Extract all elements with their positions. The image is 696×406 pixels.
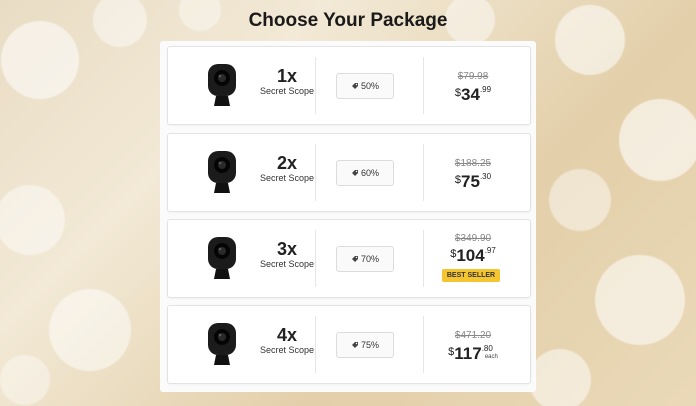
tag-icon <box>351 83 358 89</box>
divider <box>423 316 424 373</box>
discount-value: 70% <box>360 254 379 264</box>
divider <box>423 144 424 201</box>
camera-image <box>208 151 236 193</box>
price-cents: .30 <box>479 172 492 181</box>
package-card-4x[interactable]: 4x Secret Scope 75% $471.20 $117.80each <box>167 305 531 384</box>
unit-note: each <box>484 354 498 360</box>
price-cents: .97 <box>484 246 496 255</box>
discount-badge: 50% <box>336 73 394 99</box>
divider <box>423 57 424 114</box>
best-seller-badge: BEST SELLER <box>442 269 500 282</box>
price-whole: 75 <box>461 172 480 191</box>
old-price: $79.98 <box>457 71 489 82</box>
price-whole: 104 <box>456 246 485 265</box>
old-price: $349.90 <box>454 233 492 244</box>
divider <box>315 316 316 373</box>
divider <box>315 144 316 201</box>
divider <box>315 57 316 114</box>
current-price: $104.97 <box>428 246 518 266</box>
tag-icon <box>351 342 358 348</box>
current-price: $75.30 <box>428 172 518 192</box>
price-whole: 34 <box>461 85 480 104</box>
discount-badge: 60% <box>336 160 394 186</box>
package-card-3x[interactable]: 3x Secret Scope 70% $349.90 $104.97 BEST… <box>167 219 531 298</box>
package-card-2x[interactable]: 2x Secret Scope 60% $188.25 $75.30 <box>167 133 531 212</box>
discount-value: 50% <box>360 81 379 91</box>
old-price: $188.25 <box>454 158 492 169</box>
current-price: $117.80each <box>428 344 518 364</box>
page-title: Choose Your Package <box>248 10 448 31</box>
tag-icon <box>351 170 358 176</box>
discount-badge: 75% <box>336 332 394 358</box>
package-card-1x[interactable]: 1x Secret Scope 50% $79.98 $34.99 <box>167 46 531 125</box>
discount-value: 60% <box>360 168 379 178</box>
price-cents: .99 <box>479 85 492 94</box>
tag-icon <box>351 256 358 262</box>
price-whole: 117 <box>454 344 482 363</box>
price-cents: .80 <box>481 344 493 353</box>
current-price: $34.99 <box>428 85 518 105</box>
camera-image <box>208 323 236 365</box>
discount-badge: 70% <box>336 246 394 272</box>
old-price: $471.20 <box>454 330 492 341</box>
divider <box>315 230 316 287</box>
camera-image <box>208 64 236 106</box>
discount-value: 75% <box>360 340 379 350</box>
camera-image <box>208 237 236 279</box>
package-panel: 1x Secret Scope 50% $79.98 $34.99 2x Sec… <box>160 41 536 392</box>
divider <box>423 230 424 287</box>
